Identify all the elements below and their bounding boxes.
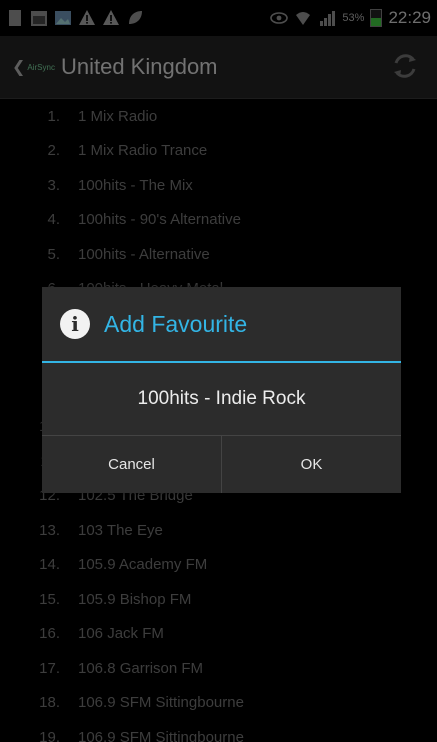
dialog-title: Add Favourite bbox=[104, 310, 248, 337]
info-icon: i bbox=[60, 309, 90, 339]
screen: 53% 22:29 ❮ AirSync United Kingdom 1. 1 M… bbox=[0, 0, 437, 742]
dialog-header: i Add Favourite bbox=[42, 287, 401, 363]
dialog-buttons: Cancel OK bbox=[42, 435, 401, 493]
dialog-message: 100hits - Indie Rock bbox=[42, 363, 401, 436]
ok-button[interactable]: OK bbox=[221, 436, 401, 493]
cancel-button[interactable]: Cancel bbox=[42, 436, 221, 493]
add-favourite-dialog: i Add Favourite 100hits - Indie Rock Can… bbox=[42, 287, 401, 493]
